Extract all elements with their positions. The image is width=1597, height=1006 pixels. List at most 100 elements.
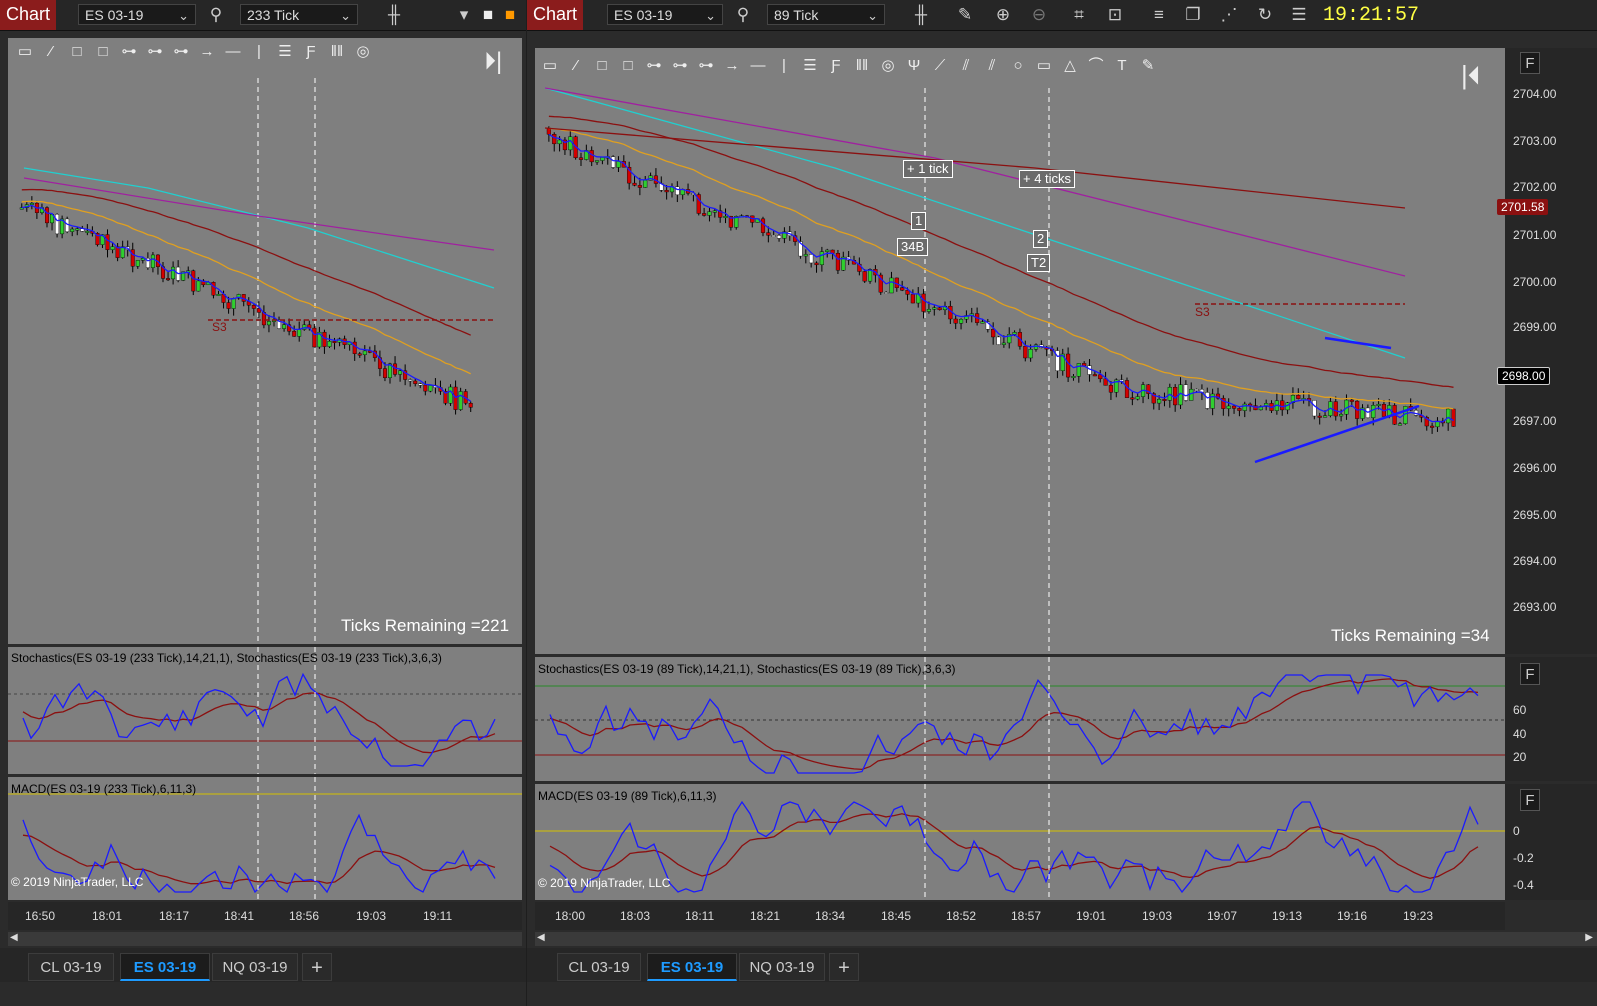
candle-body [803,254,808,257]
right-horizontal-scrollbar[interactable]: ◀ ▶ [535,932,1597,946]
price-label: 2702.00 [1513,180,1557,194]
candle-body [251,305,256,309]
chart-menu-button[interactable]: Chart [527,0,583,30]
candle-body [171,266,176,280]
data-box-icon[interactable]: ⊡ [1105,5,1125,25]
candle-body [468,402,473,408]
price-tag-red: 2701.58 [1497,199,1549,215]
chevron-down-icon: ⌄ [705,8,716,23]
crosshair-icon[interactable]: ⌗ [1069,5,1089,25]
bar-style-icon[interactable]: ╫ [384,5,404,25]
candle-body [150,254,155,268]
candle-body [991,329,996,338]
search-icon[interactable]: ⚲ [206,5,226,25]
price-label: 2700.00 [1513,275,1557,289]
tab-es[interactable]: ES 03-19 [120,953,210,981]
mid-ma-line [21,200,471,375]
candle-body [135,260,140,267]
tab-nq[interactable]: NQ 03-19 [739,953,825,981]
candle-body [196,280,201,292]
tab-cl[interactable]: CL 03-19 [557,953,641,981]
right-price-scale[interactable]: F 2704.00 2703.00 2702.00 2701.58 2701.0… [1497,48,1597,654]
zoom-in-icon[interactable]: ⊕ [993,5,1013,25]
dropdown-arrow-icon[interactable]: ▾ [454,5,474,25]
s3-label: S3 [1195,305,1210,319]
search-icon[interactable]: ⚲ [733,5,753,25]
candle-body [760,218,766,233]
candle-body [1446,408,1451,424]
stoch-scale-label: 40 [1513,727,1527,741]
candle-body [1012,332,1017,335]
tab-cl[interactable]: CL 03-19 [28,953,114,981]
interval-selector[interactable]: 89 Tick ⌄ [767,4,885,25]
refresh-icon[interactable]: ↻ [1255,5,1275,25]
candle-body [413,380,418,384]
fast-ma-line [21,204,472,402]
orange-square-icon[interactable]: ■ [500,5,520,25]
candle-body [932,307,937,310]
candle-body [1349,399,1354,402]
candle-body [568,136,573,151]
right-price-pane[interactable]: ▭ ⁄ □ □ ⊶ ⊶ ⊶ → — | ☰ Ƒ ‖‖ ◎ Ψ ⟋ ⫽ ⫽ ○ ▭ △ ⌒ T ✎ |⏴ + 1 tick + … [535,48,1505,654]
trendline-resistance [1324,336,1392,350]
f-button[interactable]: F [1520,789,1540,811]
candle-body [1205,392,1210,409]
right-stochastics-pane[interactable]: Stochastics(ES 03-19 (89 Tick),14,21,1),… [535,657,1505,781]
properties-icon[interactable]: ≡ [1149,5,1169,25]
candle-body [120,246,125,258]
candle-body [1157,399,1162,404]
candle-body [1066,353,1071,378]
copyright: © 2019 NinjaTrader, LLC [11,875,144,889]
candle-body [70,228,75,232]
candle-body [862,271,867,282]
add-tab-button[interactable]: + [829,953,859,981]
candle-body [1333,401,1338,417]
f-button[interactable]: F [1520,663,1540,685]
price-label: 2701.00 [1513,228,1557,242]
templates-icon[interactable]: ❐ [1183,5,1203,25]
annotation-entry-2: 2 [1033,230,1049,248]
time-label: 18:41 [224,909,255,923]
slow-ma-line [21,188,471,336]
candle-body [776,235,782,239]
instrument-selector[interactable]: ES 03-19 ⌄ [78,4,196,25]
macd-scale-label: -0.4 [1513,878,1534,892]
zoom-out-icon[interactable]: ⊖ [1029,5,1049,25]
price-label: 2696.00 [1513,461,1557,475]
candle-body [428,385,433,392]
add-tab-button[interactable]: + [302,953,332,981]
right-chart-window: Chart ES 03-19 ⌄ ⚲ 89 Tick ⌄ ╫ ✎ ⊕ ⊖ ⌗ ⊡… [527,0,1597,1006]
left-stochastics-pane[interactable]: Stochastics(ES 03-19 (233 Tick),14,21,1)… [8,647,522,774]
candle-body [55,214,60,235]
list-icon[interactable]: ☰ [1289,5,1309,25]
f-button[interactable]: F [1520,52,1540,74]
instrument-selector[interactable]: ES 03-19 ⌄ [607,4,723,25]
tab-es[interactable]: ES 03-19 [647,953,737,981]
candle-body [1339,413,1344,417]
scroll-left-icon[interactable]: ◀ [537,932,545,943]
candle-body [191,270,196,292]
candle-body [632,182,637,186]
white-square-icon[interactable]: ■ [478,5,498,25]
strategies-icon[interactable]: ⋰ [1219,5,1239,25]
chart-menu-button[interactable]: Chart [0,0,56,30]
candle-body [453,386,458,410]
right-macd-pane[interactable]: MACD(ES 03-19 (89 Tick),6,11,3) © 2019 N… [535,784,1505,900]
candle-body [953,318,958,324]
scroll-left-icon[interactable]: ◀ [10,932,18,943]
candle-body [418,383,423,386]
tab-nq[interactable]: NQ 03-19 [212,953,298,981]
left-price-pane[interactable]: ▭ ⁄ □ □ ⊶ ⊶ ⊶ → — | ☰ Ƒ ‖‖ ◎ ⏵| S3 Ticks Remaining =2… [8,38,522,644]
time-label: 19:16 [1337,909,1368,923]
pencil-icon[interactable]: ✎ [955,5,975,25]
bar-style-icon[interactable]: ╫ [911,5,931,25]
left-toolbar: Chart ES 03-19 ⌄ ⚲ 233 Tick ⌄ ╫ ▾ ■ ■ [0,0,526,31]
scroll-right-icon[interactable]: ▶ [1585,932,1593,943]
right-toolbar: Chart ES 03-19 ⌄ ⚲ 89 Tick ⌄ ╫ ✎ ⊕ ⊖ ⌗ ⊡… [527,0,1597,31]
candle-body [578,157,584,160]
left-horizontal-scrollbar[interactable]: ◀ [8,932,522,946]
time-label: 19:11 [423,909,453,923]
left-macd-pane[interactable]: MACD(ES 03-19 (233 Tick),6,11,3) © 2019 … [8,777,522,900]
long-ma-line [23,167,495,289]
interval-selector[interactable]: 233 Tick ⌄ [240,4,358,25]
